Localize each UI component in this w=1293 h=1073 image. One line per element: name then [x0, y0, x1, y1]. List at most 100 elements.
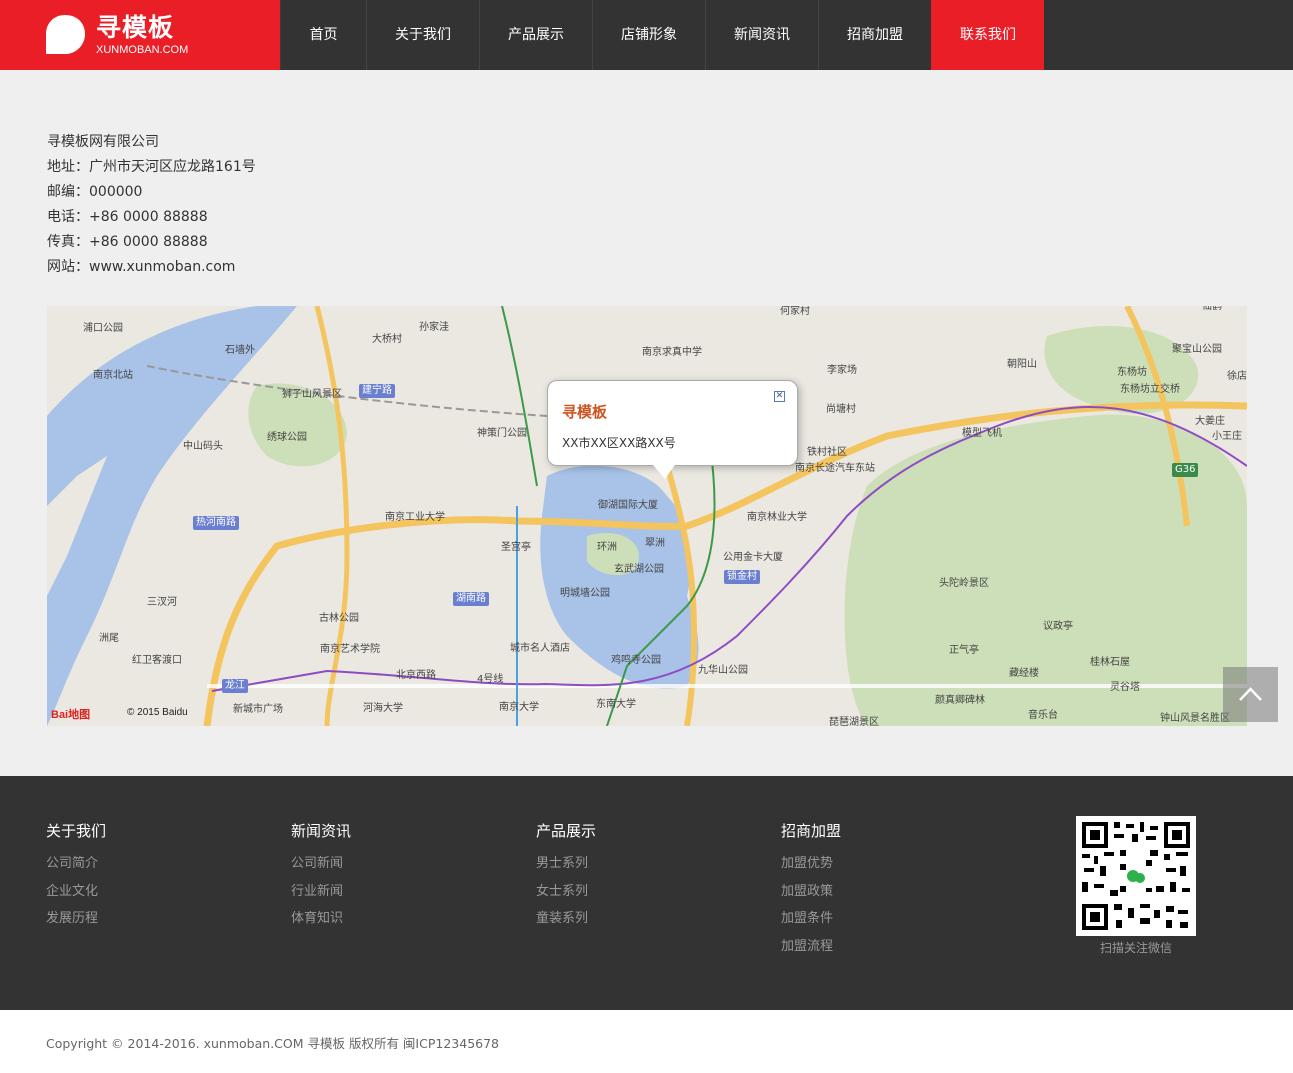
map-label: 建宁路	[359, 384, 395, 398]
footer-link[interactable]: 男士系列	[536, 850, 596, 878]
phone: 电话：+86 0000 88888	[47, 209, 208, 225]
map-label: 孙家洼	[419, 322, 449, 333]
map-label: 聚宝山公园	[1172, 344, 1222, 355]
footer-link[interactable]: 女士系列	[536, 878, 596, 906]
map-label: 狮子山风景区	[282, 389, 342, 400]
map-label: 城市名人酒店	[510, 643, 570, 654]
footer-col-news: 新闻资讯 公司新闻 行业新闻 体育知识	[291, 820, 351, 933]
map-label: 徐店	[1227, 371, 1247, 382]
map-label: 桂林石屋	[1090, 657, 1130, 668]
map-copyright: © 2015 Baidu	[127, 707, 188, 718]
footer-link[interactable]: 加盟条件	[781, 905, 841, 933]
map-label: G36	[1172, 463, 1199, 477]
map-label: 九华山公园	[698, 665, 748, 676]
logo[interactable]: 寻模板 XUNMOBAN.COM	[0, 0, 280, 70]
map-label: 朝阳山	[1007, 359, 1037, 370]
map-label: 龙江	[222, 679, 248, 693]
map-label: 鸡鸣寺公园	[611, 655, 661, 666]
nav-contact[interactable]: 联系我们	[931, 0, 1044, 70]
footer-col-title: 关于我们	[46, 822, 107, 840]
map-label: 音乐台	[1028, 710, 1058, 721]
qr-caption: 扫描关注微信	[1099, 941, 1172, 955]
footer-col-franchise: 招商加盟 加盟优势 加盟政策 加盟条件 加盟流程	[781, 820, 841, 960]
logo-bubble-icon	[46, 15, 85, 54]
map-label: 明城墙公园	[560, 588, 610, 599]
map-label: 东南大学	[596, 699, 636, 710]
footer-link[interactable]: 公司简介	[46, 850, 106, 878]
website[interactable]: 网站：www.xunmoban.com	[47, 255, 256, 280]
map-label: 南京长途汽车东站	[795, 463, 875, 474]
map-label: 藏经楼	[1009, 668, 1039, 679]
map-label: 玄武湖公园	[614, 564, 664, 575]
footer-col-title: 产品展示	[536, 822, 597, 840]
map-label: 锁金村	[724, 570, 760, 584]
map-label: 神策门公园	[477, 428, 527, 439]
map-label: 浦口公园	[83, 323, 123, 334]
map-label: 琵琶湖景区	[829, 717, 879, 726]
map-label: 南京北站	[93, 370, 133, 381]
footer: 关于我们 公司简介 企业文化 发展历程 新闻资讯 公司新闻 行业新闻 体育知识 …	[0, 776, 1293, 1010]
nav-news[interactable]: 新闻资讯	[705, 0, 818, 70]
copyright-bar: Copyright © 2014-2016. xunmoban.COM 寻模板 …	[0, 1010, 1293, 1073]
copyright-text: Copyright © 2014-2016. xunmoban.COM 寻模板 …	[46, 1036, 500, 1051]
map-label: 何家村	[780, 306, 810, 317]
map-label: 东杨坊	[1117, 367, 1147, 378]
footer-link[interactable]: 加盟流程	[781, 933, 841, 961]
map-label: 小王庄	[1212, 431, 1242, 442]
map-label: 南京艺术学院	[320, 644, 380, 655]
map-label: 南京工业大学	[385, 512, 445, 523]
map-label: 公用金卡大厦	[723, 552, 783, 563]
back-to-top-button[interactable]	[1223, 667, 1278, 722]
qr-code-icon	[1080, 820, 1192, 932]
nav-franchise[interactable]: 招商加盟	[818, 0, 931, 70]
map-label: 圣宫亭	[501, 542, 531, 553]
close-icon[interactable]: ✕	[774, 391, 785, 402]
map-label: 4号线	[477, 674, 504, 685]
map-label: 南京求真中学	[642, 347, 702, 358]
map-label: 东杨坊立交桥	[1120, 384, 1180, 395]
nav-store[interactable]: 店铺形象	[592, 0, 705, 70]
map-label: 翠洲	[645, 538, 665, 549]
map-label: 大姜庄	[1195, 416, 1225, 427]
map-label: 颜真卿碑林	[935, 695, 985, 706]
map-label: 绣球公园	[267, 432, 307, 443]
baidu-map[interactable]: 浦口公园 石墙外 南京北站 大桥村 孙家洼 狮子山风景区 建宁路 绣球公园 中山…	[47, 306, 1247, 726]
map-label: 大桥村	[372, 334, 402, 345]
map-label: 正气亭	[949, 645, 979, 656]
footer-link[interactable]: 企业文化	[46, 878, 106, 906]
chevron-up-icon	[1239, 687, 1262, 701]
logo-subtitle: XUNMOBAN.COM	[96, 44, 189, 56]
footer-link[interactable]: 行业新闻	[291, 878, 351, 906]
address: 地址：广州市天河区应龙路161号	[47, 159, 256, 175]
map-label: 李家场	[827, 365, 857, 376]
map-label: 尚塘村	[826, 404, 856, 415]
footer-link[interactable]: 发展历程	[46, 905, 106, 933]
map-label: 石墙外	[225, 345, 255, 356]
map-label: 中山码头	[183, 441, 223, 452]
footer-link[interactable]: 体育知识	[291, 905, 351, 933]
header: 寻模板 XUNMOBAN.COM 首页 关于我们 产品展示 店铺形象 新闻资讯 …	[0, 0, 1293, 70]
map-label: 御湖国际大厦	[598, 500, 658, 511]
contact-info: 寻模板网有限公司 地址：广州市天河区应龙路161号 邮编：000000 电话：+…	[47, 130, 256, 280]
footer-col-title: 新闻资讯	[291, 822, 352, 840]
map-label: 头陀岭景区	[939, 578, 989, 589]
map-label: 南京大学	[499, 702, 539, 713]
map-label: 三汊河	[147, 597, 177, 608]
footer-col-about: 关于我们 公司简介 企业文化 发展历程	[46, 820, 106, 933]
nav-products[interactable]: 产品展示	[479, 0, 592, 70]
map-label: 南京林业大学	[747, 512, 807, 523]
map-label: 钟山风景名胜区	[1160, 713, 1230, 724]
baidu-logo[interactable]: Bai地图	[51, 706, 90, 722]
map-label: 古林公园	[319, 613, 359, 624]
map-label: 模型飞机	[962, 428, 1002, 439]
footer-link[interactable]: 公司新闻	[291, 850, 351, 878]
footer-link[interactable]: 加盟政策	[781, 878, 841, 906]
main-nav: 首页 关于我们 产品展示 店铺形象 新闻资讯 招商加盟 联系我们	[280, 0, 1044, 70]
footer-link[interactable]: 童装系列	[536, 905, 596, 933]
fax: 传真：+86 0000 88888	[47, 234, 208, 250]
nav-about[interactable]: 关于我们	[366, 0, 479, 70]
nav-home[interactable]: 首页	[280, 0, 366, 70]
popup-title: 寻模板	[562, 403, 608, 421]
map-label: 河海大学	[363, 703, 403, 714]
footer-link[interactable]: 加盟优势	[781, 850, 841, 878]
